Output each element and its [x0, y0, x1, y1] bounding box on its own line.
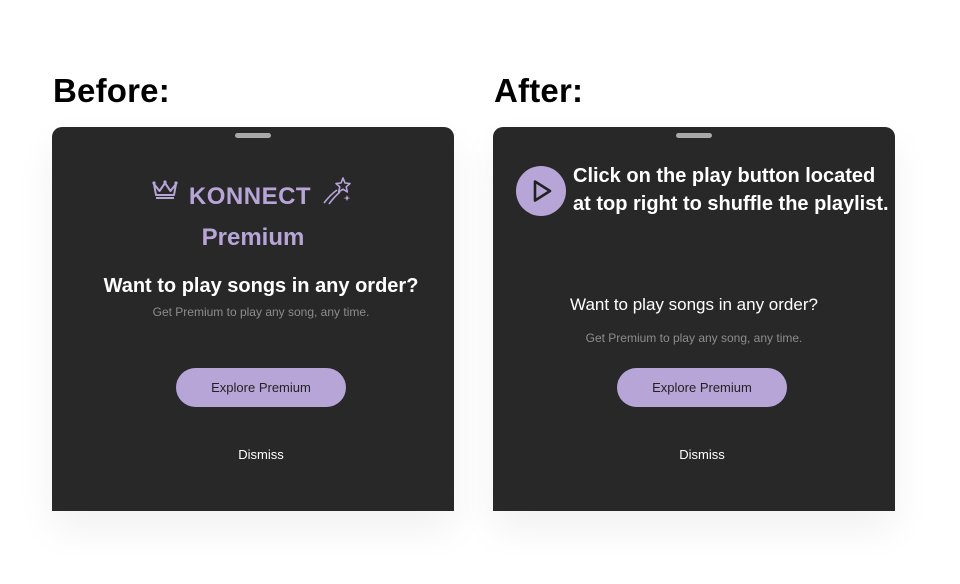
drag-handle[interactable]	[235, 133, 271, 138]
premium-title: Premium	[201, 224, 305, 251]
upsell-question: Want to play songs in any order?	[570, 295, 818, 314]
after-heading: After:	[494, 72, 584, 109]
dismiss-button[interactable]: Dismiss	[52, 447, 454, 462]
before-bottom-sheet: KONNECT Premium Want to play songs in an…	[52, 127, 454, 511]
upsell-question: Want to play songs in any order?	[103, 275, 419, 297]
upsell-subtitle: Get Premium to play any song, any time.	[152, 305, 370, 319]
comparison-page: Before: After: KONNECT Premium Want to p…	[0, 0, 960, 584]
shuffle-tip-text: Click on the play button located at top …	[573, 165, 889, 215]
after-bottom-sheet: Click on the play button located at top …	[493, 127, 895, 511]
brand-name: KONNECT	[188, 183, 312, 210]
brand-row: KONNECT	[52, 175, 454, 211]
explore-premium-button[interactable]: Explore Premium	[617, 368, 787, 407]
drag-handle[interactable]	[676, 133, 712, 138]
before-heading: Before:	[53, 72, 170, 109]
dismiss-button[interactable]: Dismiss	[493, 447, 895, 462]
crown-icon	[151, 179, 179, 215]
explore-premium-button[interactable]: Explore Premium	[176, 368, 346, 407]
shooting-star-icon	[321, 175, 355, 219]
upsell-subtitle: Get Premium to play any song, any time.	[585, 331, 803, 345]
play-button[interactable]	[516, 166, 566, 216]
